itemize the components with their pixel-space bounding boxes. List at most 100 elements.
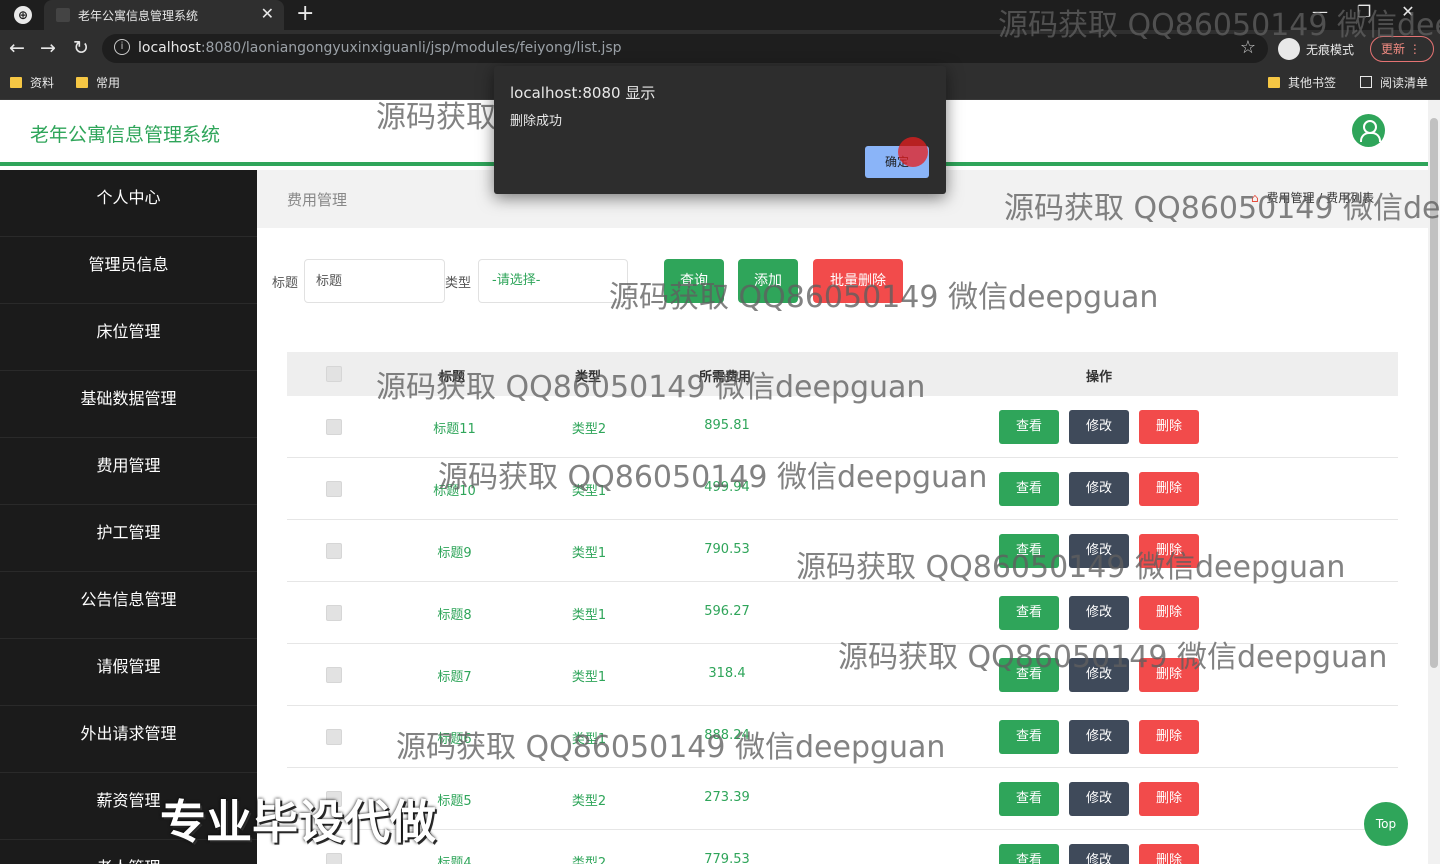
scrollbar-thumb[interactable] — [1430, 118, 1438, 668]
delete-button[interactable]: 删除 — [1139, 844, 1199, 864]
site-info-icon[interactable]: i — [114, 39, 130, 55]
url-path: :8080/laoniangongyuxinxiguanli/jsp/modul… — [200, 40, 622, 56]
cell-fee: 596.27 — [704, 604, 750, 619]
back-icon[interactable]: ← — [9, 37, 25, 59]
user-avatar-icon[interactable] — [1352, 114, 1385, 147]
row-checkbox[interactable] — [326, 853, 342, 864]
edit-button[interactable]: 修改 — [1069, 534, 1129, 568]
query-button[interactable]: 查询 — [664, 259, 724, 303]
folder-icon — [76, 77, 88, 88]
window-close-icon[interactable]: ✕ — [1386, 2, 1430, 21]
cell-type: 类型1 — [571, 608, 607, 623]
select-all-checkbox[interactable] — [326, 366, 342, 382]
row-checkbox[interactable] — [326, 667, 342, 683]
bookmark-folder-changyong[interactable]: 常用 — [76, 74, 120, 91]
view-button[interactable]: 查看 — [999, 472, 1059, 506]
home-icon[interactable]: ⌂ — [1251, 191, 1259, 205]
bookmark-folder-ziliao[interactable]: 资料 — [10, 74, 54, 91]
delete-button[interactable]: 删除 — [1139, 782, 1199, 816]
forward-icon[interactable]: → — [40, 37, 56, 59]
update-button[interactable]: 更新 ⋮ — [1370, 36, 1434, 62]
new-tab-icon[interactable]: + — [296, 1, 314, 26]
cell-type: 类型1 — [571, 670, 607, 685]
type-select[interactable]: -请选择- — [478, 259, 628, 303]
title-search-input[interactable] — [304, 259, 445, 303]
delete-button[interactable]: 删除 — [1139, 410, 1199, 444]
row-checkbox[interactable] — [326, 543, 342, 559]
sidebar-item-bed-management[interactable]: 床位管理 — [0, 304, 257, 371]
row-checkbox[interactable] — [326, 481, 342, 497]
batch-delete-button[interactable]: 批量删除 — [813, 259, 903, 303]
sidebar-item-basic-data[interactable]: 基础数据管理 — [0, 371, 257, 438]
delete-button[interactable]: 删除 — [1139, 596, 1199, 630]
breadcrumb-item[interactable]: 费用管理 — [1266, 191, 1314, 205]
url-field[interactable]: i localhost:8080/laoniangongyuxinxiguanl… — [102, 34, 1268, 63]
sidebar-item-announcements[interactable]: 公告信息管理 — [0, 572, 257, 639]
cell-title[interactable]: 标题11 — [412, 418, 497, 437]
cell-type: 类型1 — [571, 732, 607, 747]
edit-button[interactable]: 修改 — [1069, 472, 1129, 506]
browser-tab[interactable]: 老年公寓信息管理系统 ✕ — [44, 0, 284, 30]
view-button[interactable]: 查看 — [999, 782, 1059, 816]
view-button[interactable]: 查看 — [999, 844, 1059, 864]
add-button[interactable]: 添加 — [738, 259, 798, 303]
sidebar-item-leave[interactable]: 请假管理 — [0, 639, 257, 706]
delete-button[interactable]: 删除 — [1139, 472, 1199, 506]
view-button[interactable]: 查看 — [999, 720, 1059, 754]
close-tab-icon[interactable]: ✕ — [261, 4, 274, 23]
cell-type: 类型2 — [571, 794, 607, 809]
row-checkbox[interactable] — [326, 419, 342, 435]
edit-button[interactable]: 修改 — [1069, 658, 1129, 692]
dialog-title: localhost:8080 显示 — [510, 84, 656, 102]
globe-icon[interactable]: ⊕ — [14, 6, 32, 24]
bookmark-star-icon[interactable]: ☆ — [1240, 37, 1256, 58]
view-button[interactable]: 查看 — [999, 658, 1059, 692]
table-row: 标题6 类型1 888.24 查看 修改 删除 — [287, 706, 1398, 768]
breadcrumb-item: 费用列表 — [1326, 191, 1375, 205]
cell-title[interactable]: 标题8 — [412, 604, 497, 623]
header-type: 类型 — [575, 370, 602, 385]
overlay-watermark: 专业毕设代做 — [160, 795, 436, 849]
delete-button[interactable]: 删除 — [1139, 720, 1199, 754]
delete-button[interactable]: 删除 — [1139, 658, 1199, 692]
cell-title[interactable]: 标题7 — [412, 666, 497, 685]
sidebar-item-fee-management[interactable]: 费用管理 — [0, 438, 257, 505]
cell-title[interactable]: 标题9 — [412, 542, 497, 561]
title-label: 标题 — [272, 276, 299, 291]
cell-type: 类型2 — [571, 422, 607, 437]
restore-icon[interactable]: ❐ — [1342, 2, 1386, 21]
edit-button[interactable]: 修改 — [1069, 410, 1129, 444]
cell-fee: 273.39 — [704, 790, 750, 805]
view-button[interactable]: 查看 — [999, 534, 1059, 568]
page-scrollbar[interactable] — [1428, 100, 1440, 864]
edit-button[interactable]: 修改 — [1069, 720, 1129, 754]
reading-list-icon — [1360, 76, 1372, 88]
address-bar: ← → ↻ i localhost:8080/laoniangongyuxinx… — [0, 30, 1440, 68]
row-checkbox[interactable] — [326, 605, 342, 621]
sidebar-item-caregiver[interactable]: 护工管理 — [0, 505, 257, 572]
header-actions: 操作 — [1086, 370, 1113, 385]
sidebar-item-admin-info[interactable]: 管理员信息 — [0, 237, 257, 304]
edit-button[interactable]: 修改 — [1069, 782, 1129, 816]
sidebar-item-outing-request[interactable]: 外出请求管理 — [0, 706, 257, 773]
reading-list[interactable]: 阅读清单 — [1360, 74, 1428, 91]
view-button[interactable]: 查看 — [999, 596, 1059, 630]
table-row: 标题10 类型1 499.94 查看 修改 删除 — [287, 458, 1398, 520]
cell-title[interactable]: 标题6 — [412, 728, 497, 747]
back-to-top-button[interactable]: Top — [1364, 802, 1408, 846]
edit-button[interactable]: 修改 — [1069, 596, 1129, 630]
other-bookmarks[interactable]: 其他书签 — [1268, 74, 1336, 91]
edit-button[interactable]: 修改 — [1069, 844, 1129, 864]
view-button[interactable]: 查看 — [999, 410, 1059, 444]
minimize-icon[interactable]: — — [1298, 2, 1342, 21]
row-checkbox[interactable] — [326, 729, 342, 745]
sidebar-item-personal-center[interactable]: 个人中心 — [0, 170, 257, 237]
cell-fee: 499.94 — [704, 480, 750, 495]
alert-dialog: localhost:8080 显示 删除成功 确定 — [494, 66, 946, 194]
reload-icon[interactable]: ↻ — [73, 37, 89, 59]
cell-title[interactable]: 标题10 — [412, 480, 497, 499]
delete-button[interactable]: 删除 — [1139, 534, 1199, 568]
bookmark-label: 资料 — [30, 76, 55, 90]
cell-title[interactable]: 标题4 — [412, 852, 497, 864]
reading-list-label: 阅读清单 — [1380, 76, 1429, 90]
